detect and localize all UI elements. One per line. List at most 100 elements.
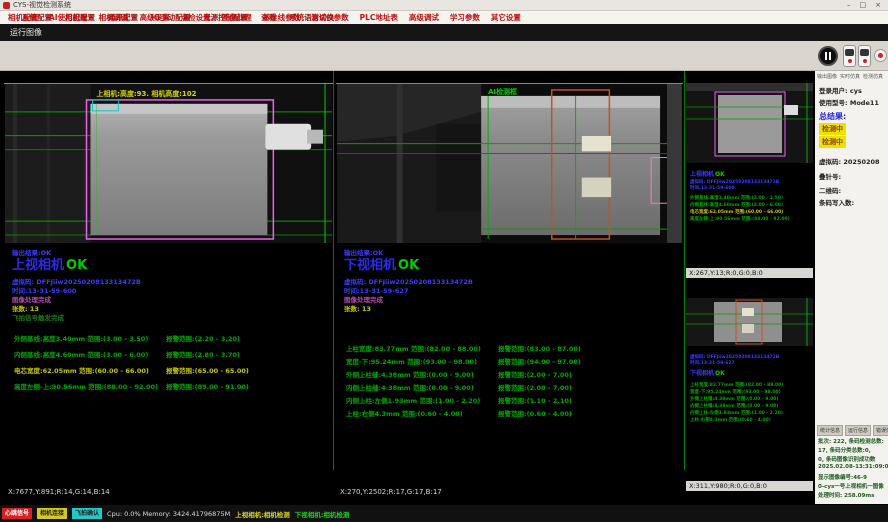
- preview-top-image: [686, 83, 813, 163]
- status-bar: 心跳信号 相机连接 飞拍确认 Cpu: 0.0% Memory: 3424.41…: [0, 505, 888, 522]
- toolbar-learn-params[interactable]: 学习参数: [450, 12, 480, 23]
- preview-measurement: 高度左侧-上:90.56mm 范围:(88.00 - 92.00): [690, 216, 790, 222]
- status-indicator-button[interactable]: [874, 49, 887, 62]
- toolbar-advanced-settings[interactable]: 高级设置: [140, 12, 170, 23]
- stats-line: 显示图像编号:46-9: [818, 473, 867, 481]
- measurement-row: 内侧上柱:左侧1.93mm 范围:(1.00 - 2.20) 报警范围:(1.1…: [346, 395, 676, 405]
- red-dot-icon: [878, 53, 883, 58]
- measurement-text: 外侧上柱缝:4.38mm 范围:(0.00 - 9.00): [346, 371, 474, 379]
- view-options: 输出图像 实时仿真 检测仿真: [817, 73, 883, 80]
- toolbar-image-process[interactable]: 图像处理: [222, 12, 252, 23]
- tabrow: 运行图像: [0, 24, 888, 41]
- record-indicator-icon: [848, 59, 852, 63]
- app-window: CYS-视觉检测系统 – □ × C 系统配置 相机配置 通讯配置 IO手动配置…: [0, 0, 888, 522]
- toolbar-ai-config[interactable]: AI使用配置: [49, 12, 88, 23]
- alarm-range: 报警范围:(2.00 - 7.00): [498, 369, 572, 379]
- alarm-range: 报警范围:(2.00 - 7.00): [498, 382, 572, 392]
- preview-measurement: 外侧基线:高度3.40mm 范围:(3.00 - 3.50): [690, 195, 783, 201]
- trigger-confirm-indicator: 飞拍确认: [72, 508, 102, 519]
- toolbar-baseline-params[interactable]: 基准线参数: [263, 12, 301, 23]
- bottom-camera-status: 下视相机:相机检测: [295, 509, 350, 519]
- alarm-range: 报警范围:(83.00 - 87.00): [498, 343, 581, 353]
- alarm-range: 报警范围:(65.00 - 65.00): [166, 365, 249, 375]
- camera-view-top[interactable]: 上相机:高度:93. 相机高度:102 输出结果:OK 上视相机OK 虚拟码: …: [4, 71, 333, 487]
- alarm-range: 报警范围:(89.00 - 91.00): [166, 381, 249, 391]
- maximize-icon[interactable]: □: [860, 1, 867, 9]
- stats-line: 批次: 222, 条码检测总数:: [818, 437, 884, 445]
- heartbeat-indicator: 心跳信号: [2, 508, 32, 519]
- cpu-memory-status: Cpu: 0.0% Memory: 3424.41796875M: [107, 510, 230, 518]
- measurement-row: 上柱:右侧4.3mm 范围:(0.60 - 4.00) 报警范围:(0.60 -…: [346, 408, 676, 418]
- view-option[interactable]: 检测仿真: [863, 73, 883, 80]
- tab-run-info[interactable]: 运行信息: [845, 425, 871, 436]
- toolbar-camera-config[interactable]: 相机配置: [8, 12, 38, 23]
- stats-line: 17, 条码分类总数:0,: [818, 446, 871, 454]
- toolbar-plc-table[interactable]: PLC地址表: [360, 12, 398, 23]
- connector-part: [265, 124, 311, 150]
- toolbar-advanced-debug[interactable]: 高级调试: [409, 12, 439, 23]
- toolbar-camera-debug[interactable]: 相机调试: [99, 12, 129, 23]
- pause-button[interactable]: [818, 46, 838, 66]
- preview-measurement: 外侧上柱缝:4.38mm 范围:(0.00 - 9.00): [690, 396, 778, 402]
- camera-toggle-button-2[interactable]: [858, 45, 871, 67]
- preview-measurement: 内侧上柱:左侧1.93mm 范围:(1.00 - 2.20): [690, 410, 783, 416]
- roi-label: 上相机:高度:93. 相机高度:102: [96, 89, 196, 98]
- tab-error-info[interactable]: 错误信息: [873, 425, 888, 436]
- view-option[interactable]: 实时仿真: [840, 73, 860, 80]
- tab-statistics[interactable]: 统计信息: [817, 425, 843, 436]
- preview-thumbnail-bottom[interactable]: 虚拟码: DFFJiiw2025020813313472B 时间:13-31-5…: [686, 280, 813, 491]
- ai-roi-label: AI检测框: [488, 87, 517, 96]
- preview-time: 时间:13-31-59-600: [690, 185, 735, 191]
- camera-toggle-button-1[interactable]: [843, 45, 856, 67]
- result-ok-badge: OK: [398, 258, 419, 273]
- preview-bottom-image: [686, 298, 813, 346]
- preview-camera-title: 下视相机OK: [690, 368, 725, 377]
- measurement-row: 电芯宽度:62.05mm 范围:(60.00 - 66.00) 报警范围:(65…: [14, 365, 344, 375]
- stats-tabs: 统计信息 运行信息 错误信息: [817, 425, 888, 436]
- preview-time: 时间:13-31-59-627: [690, 360, 735, 366]
- measurement-text: 宽度-下:95.24mm 范围:(93.00 - 98.00): [346, 358, 477, 366]
- preview-thumbnail-top[interactable]: 上视相机OK 虚拟码: DFFJiiw2025020813313472B 时间:…: [686, 71, 813, 278]
- pixel-coords-top-camera: X:7677,Y:891;R:14,G:14,B:14: [8, 488, 110, 496]
- alarm-range: 报警范围:(0.60 - 4.00): [498, 408, 572, 418]
- preview-measurement: 内侧基线:高度4.60mm 范围:(3.00 - 6.00): [690, 202, 783, 208]
- minimize-icon[interactable]: –: [847, 1, 851, 9]
- measurement-text: 上柱宽度:83.77mm 范围:(82.00 - 88.00): [346, 345, 481, 353]
- toolbar-spot-check[interactable]: 点检设置: [181, 12, 211, 23]
- alarm-range: 报警范围:(1.10 - 2.10): [498, 395, 572, 405]
- alarm-range: 报警范围:(2.20 - 3.20): [166, 333, 240, 343]
- measurement-row: 外侧基线:高度3.40mm 范围:(3.00 - 3.50) 报警范围:(2.2…: [14, 333, 344, 343]
- measurement-text: 上柱:右侧4.3mm 范围:(0.60 - 4.00): [346, 410, 463, 418]
- window-title: CYS-视觉检测系统: [13, 0, 71, 10]
- toolbar-other-settings[interactable]: 其它设置: [491, 12, 521, 23]
- tab-run-image[interactable]: 运行图像: [10, 27, 42, 38]
- preview-measurement: 电芯宽度:62.05mm 范围:(60.00 - 66.00): [690, 209, 783, 215]
- measurement-text: 外侧基线:高度3.40mm 范围:(3.00 - 3.50): [14, 335, 148, 343]
- count-line: 张数: 13: [344, 303, 371, 313]
- camera-icon: [860, 49, 869, 56]
- toolbar: [0, 41, 888, 71]
- camera-icon: [845, 49, 854, 56]
- measurement-row: 外侧上柱缝:4.38mm 范围:(0.00 - 9.00) 报警范围:(2.00…: [346, 369, 676, 379]
- measurement-row: 上柱宽度:83.77mm 范围:(82.00 - 88.00) 报警范围:(83…: [346, 343, 676, 353]
- preview-measurement: 宽度-下:95.24mm 范围:(93.00 - 98.00): [690, 389, 781, 395]
- login-user-value: cys: [850, 87, 862, 95]
- toolbar-tester-params[interactable]: 测试仪参数: [311, 12, 349, 23]
- close-icon[interactable]: ×: [875, 1, 881, 9]
- camera-view-bottom[interactable]: AI检测框 输出结果:OK 下视相机OK 虚拟码: DFFJiiw2025020…: [336, 71, 683, 487]
- model-field: 使用型号: Mode11: [819, 97, 879, 107]
- pixel-coords-bottom-camera: X:270,Y:2502;R:17,G:17,B:17: [340, 488, 442, 496]
- pause-icon: [825, 52, 827, 60]
- titlebar: CYS-视觉检测系统 – □ ×: [0, 0, 888, 11]
- camera-link-indicator: 相机连接: [37, 508, 67, 519]
- view-option[interactable]: 输出图像: [817, 73, 837, 80]
- camera-top-live-image: 上相机:高度:93. 相机高度:102: [4, 83, 333, 243]
- barcode-field: 虚拟码: 20250208: [819, 156, 880, 166]
- preview-top-coords: X:267,Y:13;R:0,G:0,B:0: [686, 268, 813, 278]
- camera-divider-line: [333, 71, 334, 470]
- preview-measurement: 上柱宽度:83.77mm 范围:(82.00 - 88.00): [690, 382, 783, 388]
- preview-measurement: 内侧上柱缝:4.38mm 范围:(0.00 - 9.00): [690, 403, 778, 409]
- measurement-text: 内侧上柱缝:4.38mm 范围:(0.00 - 9.00): [346, 384, 474, 392]
- camera-title: 下视相机OK: [344, 254, 419, 273]
- needle-field: 叠针号:: [819, 171, 841, 181]
